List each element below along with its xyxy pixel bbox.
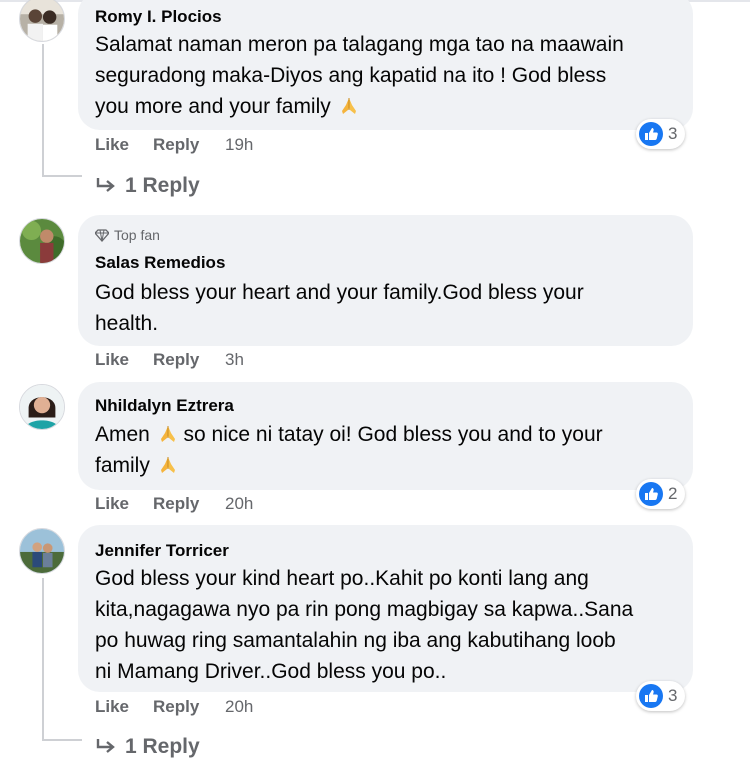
- avatar[interactable]: [19, 0, 65, 42]
- thread-line: [42, 44, 44, 176]
- comment-line: family: [95, 450, 603, 481]
- reply-arrow-icon: [96, 739, 115, 753]
- timestamp[interactable]: 3h: [225, 350, 244, 370]
- comment-text: Salamat naman meron pa talagang mga tao …: [95, 29, 624, 122]
- comment-line: health.: [95, 312, 159, 335]
- folded-hands-emoji-icon: [341, 98, 356, 114]
- view-replies-label[interactable]: 1 Reply: [125, 174, 200, 198]
- like-button[interactable]: Like: [95, 350, 129, 370]
- avatar[interactable]: [19, 218, 65, 264]
- comment-line-text: family: [95, 454, 150, 477]
- reply-button[interactable]: Reply: [153, 494, 199, 514]
- comment-author[interactable]: Romy I. Plocios: [95, 7, 222, 27]
- comment-line: God bless your kind heart po..Kahit po k…: [95, 567, 589, 590]
- timestamp[interactable]: 20h: [225, 697, 253, 717]
- like-button[interactable]: Like: [95, 135, 129, 155]
- timestamp[interactable]: 20h: [225, 494, 253, 514]
- comment-line: you more and your family: [95, 91, 624, 122]
- top-fan-badge: Top fan: [95, 227, 160, 243]
- comment-line-text: so nice ni tatay oi! God bless you and t…: [183, 423, 603, 446]
- folded-hands-emoji-icon: [160, 457, 175, 473]
- view-replies-link[interactable]: 1 Reply: [95, 174, 200, 198]
- like-button[interactable]: Like: [95, 494, 129, 514]
- timestamp[interactable]: 19h: [225, 135, 253, 155]
- badge-label: Top fan: [114, 227, 160, 243]
- comment-line: Salamat naman meron pa talagang mga tao …: [95, 33, 624, 56]
- like-reaction-icon: [639, 684, 663, 708]
- comment-line: God bless your heart and your family.God…: [95, 281, 584, 304]
- view-replies-link[interactable]: 1 Reply: [95, 735, 200, 759]
- comment-text: Amen so nice ni tatay oi! God bless you …: [95, 419, 603, 481]
- comment-line-text: Amen: [95, 423, 150, 446]
- comment-bubble: Nhildalyn Eztrera Amen so nice ni tatay …: [78, 382, 693, 490]
- comment-author[interactable]: Jennifer Torricer: [95, 541, 229, 561]
- thread-line: [42, 175, 82, 177]
- like-reaction-icon: [639, 482, 663, 506]
- folded-hands-emoji-icon: [160, 426, 175, 442]
- comment-line: po huwag ring samantalahin ng iba ang ka…: [95, 629, 616, 652]
- comment-line: Amen so nice ni tatay oi! God bless you …: [95, 419, 603, 450]
- comment-bubble: Romy I. Plocios Salamat naman meron pa t…: [78, 0, 693, 130]
- comment-line: kita,nagagawa nyo pa rin pong magbigay s…: [95, 598, 634, 621]
- reaction-summary[interactable]: 3: [636, 119, 686, 149]
- reaction-summary[interactable]: 3: [636, 681, 686, 711]
- reply-button[interactable]: Reply: [153, 135, 199, 155]
- comment-line: seguradong maka-Diyos ang kapatid na ito…: [95, 64, 607, 87]
- reaction-count: 3: [668, 124, 678, 143]
- thread-line: [42, 739, 82, 741]
- like-button[interactable]: Like: [95, 697, 129, 717]
- comment-author[interactable]: Nhildalyn Eztrera: [95, 396, 234, 416]
- comment-bubble: Jennifer Torricer God bless your kind he…: [78, 525, 693, 692]
- diamond-icon: [95, 229, 109, 242]
- comment-bubble: Top fan Salas Remedios God bless your he…: [78, 215, 693, 346]
- thread-line: [42, 578, 44, 740]
- reply-arrow-icon: [96, 178, 115, 192]
- reaction-count: 2: [668, 484, 678, 503]
- comment-author[interactable]: Salas Remedios: [95, 253, 225, 273]
- reply-button[interactable]: Reply: [153, 350, 199, 370]
- comment-line: ni Mamang Driver..God bless you po..: [95, 660, 447, 683]
- reply-button[interactable]: Reply: [153, 697, 199, 717]
- avatar[interactable]: [19, 384, 65, 430]
- comment-text: God bless your heart and your family.God…: [95, 277, 584, 339]
- reaction-count: 3: [668, 686, 678, 705]
- avatar[interactable]: [19, 528, 65, 574]
- comment-line-text: you more and your family: [95, 95, 331, 118]
- comment-text: God bless your kind heart po..Kahit po k…: [95, 563, 633, 687]
- like-reaction-icon: [639, 122, 663, 146]
- view-replies-label[interactable]: 1 Reply: [125, 735, 200, 759]
- reaction-summary[interactable]: 2: [636, 479, 686, 509]
